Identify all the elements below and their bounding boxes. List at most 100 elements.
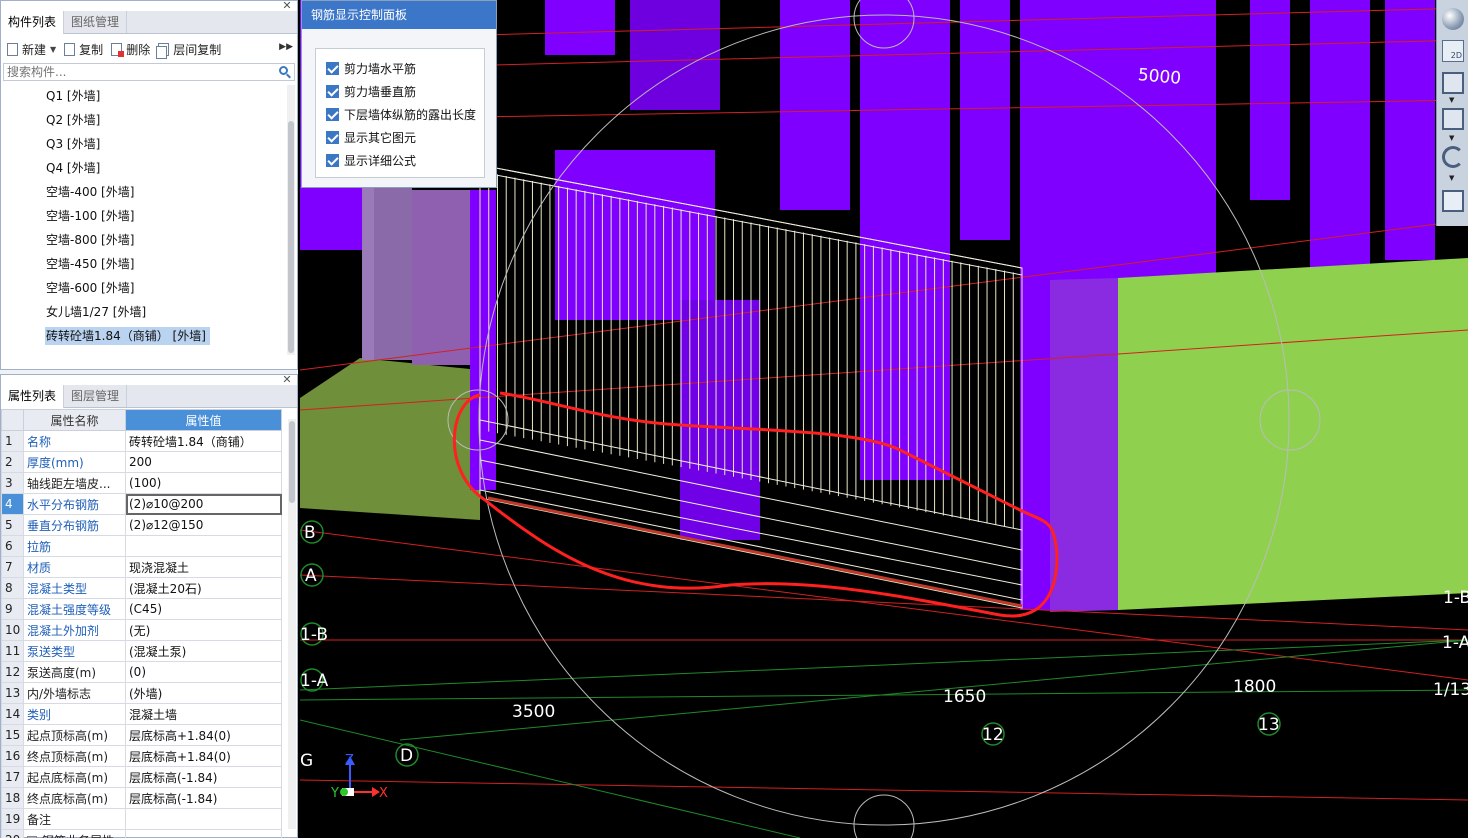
search-icon[interactable] xyxy=(279,66,288,75)
table-row[interactable]: 7 材质 现浇混凝土 xyxy=(1,556,282,578)
new-button[interactable]: 新建 ▼ xyxy=(7,41,56,58)
table-row[interactable]: 18 终点底标高(m) 层底标高(-1.84) xyxy=(1,787,282,809)
table-row[interactable]: 16 终点顶标高(m) 层底标高+1.84(0) xyxy=(1,745,282,767)
property-value[interactable]: 层底标高(-1.84) xyxy=(125,787,282,809)
property-value[interactable]: (C45) xyxy=(125,598,282,620)
delete-button[interactable]: 删除 xyxy=(111,41,150,58)
list-item[interactable]: 空墙-100 [外墙] xyxy=(1,205,285,229)
property-value[interactable] xyxy=(125,535,282,557)
tab-property-list[interactable]: 属性列表 xyxy=(1,385,65,408)
table-row[interactable]: 6 拉筋 xyxy=(1,535,282,557)
checkbox-checked-icon[interactable] xyxy=(326,108,339,121)
copy-icon xyxy=(64,42,76,56)
dynamic-observe-icon[interactable] xyxy=(1442,8,1464,30)
box-view-icon[interactable] xyxy=(1442,108,1464,130)
table-row[interactable]: 11 泵送类型 (混凝土泵) xyxy=(1,640,282,662)
chevron-down-icon[interactable]: ▼ xyxy=(1449,134,1457,142)
checkbox-checked-icon[interactable] xyxy=(326,62,339,75)
table-row[interactable]: 19 备注 xyxy=(1,808,282,830)
rotate-icon[interactable] xyxy=(1442,146,1464,168)
table-row[interactable]: 13 内/外墙标志 (外墙) xyxy=(1,682,282,704)
property-value[interactable]: (外墙) xyxy=(125,682,282,704)
rebar-option[interactable]: 剪力墙水平筋 xyxy=(316,57,484,80)
property-name: 混凝土类型 xyxy=(23,577,126,599)
table-row[interactable]: 10 混凝土外加剂 (无) xyxy=(1,619,282,641)
checkbox-checked-icon[interactable] xyxy=(326,154,339,167)
tab-component-list[interactable]: 构件列表 xyxy=(1,11,65,34)
copy-label: 复制 xyxy=(79,42,104,57)
table-row[interactable]: 5 垂直分布钢筋 (2)⌀12@150 xyxy=(1,514,282,536)
property-name-text: 混凝土强度等级 xyxy=(27,602,112,617)
rebar-panel-title[interactable]: 钢筋显示控制面板 xyxy=(302,1,496,29)
table-row[interactable]: 14 类别 混凝土墙 xyxy=(1,703,282,725)
table-row[interactable]: 3 轴线距左墙皮... (100) xyxy=(1,472,282,494)
list-item[interactable]: 空墙-800 [外墙] xyxy=(1,229,285,253)
property-value[interactable]: 层底标高+1.84(0) xyxy=(125,745,282,767)
tab-drawing-management[interactable]: 图纸管理 xyxy=(64,11,128,33)
property-value[interactable]: 200 xyxy=(125,451,282,473)
property-value[interactable]: (无) xyxy=(125,619,282,641)
property-value[interactable]: (混凝土20石) xyxy=(125,577,282,599)
row-number: 18 xyxy=(1,787,24,809)
rebar-option[interactable]: 剪力墙垂直筋 xyxy=(316,80,484,103)
rebar-option[interactable]: 显示详细公式 xyxy=(316,149,484,172)
property-value[interactable] xyxy=(125,829,282,838)
table-row[interactable]: 2 厚度(mm) 200 xyxy=(1,451,282,473)
property-value[interactable]: 混凝土墙 xyxy=(125,703,282,725)
checkbox-checked-icon[interactable] xyxy=(326,85,339,98)
list-item[interactable]: 空墙-450 [外墙] xyxy=(1,253,285,277)
more-icon[interactable]: ▶▶ xyxy=(279,42,293,52)
table-row[interactable]: 15 起点顶标高(m) 层底标高+1.84(0) xyxy=(1,724,282,746)
list-item[interactable]: 空墙-600 [外墙] xyxy=(1,277,285,301)
list-item[interactable]: 空墙-400 [外墙] xyxy=(1,181,285,205)
property-value[interactable] xyxy=(125,808,282,830)
table-row[interactable]: 12 泵送高度(m) (0) xyxy=(1,661,282,683)
chevron-down-icon[interactable]: ▼ xyxy=(1449,174,1457,182)
property-value[interactable]: 层底标高+1.84(0) xyxy=(125,724,282,746)
search-input[interactable] xyxy=(4,64,264,80)
property-value[interactable]: (0) xyxy=(125,661,282,683)
property-value[interactable]: (2)⌀10@200 xyxy=(125,493,282,515)
list-item[interactable]: Q2 [外墙] xyxy=(1,109,285,133)
list-item[interactable]: Q3 [外墙] xyxy=(1,133,285,157)
axis-label: 12 xyxy=(982,725,1004,745)
list-item[interactable]: Q1 [外墙] xyxy=(1,85,285,109)
list-item[interactable]: 砖转砼墙1.84（商铺） [外墙] xyxy=(1,325,285,349)
property-value[interactable]: 现浇混凝土 xyxy=(125,556,282,578)
component-list: Q1 [外墙] Q2 [外墙] Q3 [外墙] Q4 [外墙] 空墙-400 [外墙] 空… xyxy=(1,85,285,355)
table-row[interactable]: 1 名称 砖转砼墙1.84（商铺） xyxy=(1,430,282,452)
property-value[interactable]: (100) xyxy=(125,472,282,494)
tab-layer-management[interactable]: 图层管理 xyxy=(64,385,128,407)
2d-view-button[interactable]: 2D xyxy=(1442,40,1464,62)
scrollbar-thumb[interactable] xyxy=(288,121,294,353)
cube-view-icon[interactable] xyxy=(1442,72,1464,94)
list-item-label: 砖转砼墙1.84（商铺） [外墙] xyxy=(45,327,210,345)
checkbox-checked-icon[interactable] xyxy=(326,131,339,144)
property-panel-tabs: 属性列表 图层管理 xyxy=(1,385,297,408)
property-value[interactable]: 砖转砼墙1.84（商铺） xyxy=(125,430,282,452)
rebar-option[interactable]: 下层墙体纵筋的露出长度 xyxy=(316,103,484,126)
grey-column xyxy=(362,180,374,360)
property-value[interactable]: (混凝土泵) xyxy=(125,640,282,662)
table-row[interactable]: 17 起点底标高(m) 层底标高(-1.84) xyxy=(1,766,282,788)
table-row[interactable]: 8 混凝土类型 (混凝土20石) xyxy=(1,577,282,599)
scrollbar-thumb[interactable] xyxy=(289,421,295,503)
property-value[interactable]: 层底标高(-1.84) xyxy=(125,766,282,788)
copy-button[interactable]: 复制 xyxy=(64,41,103,58)
table-row[interactable]: 9 混凝土强度等级 (C45) xyxy=(1,598,282,620)
property-value[interactable]: (2)⌀12@150 xyxy=(125,514,282,536)
chevron-down-icon[interactable]: ▼ xyxy=(50,45,56,54)
component-list-scrollbar[interactable] xyxy=(287,85,295,355)
table-row[interactable]: 4 水平分布钢筋 (2)⌀10@200 xyxy=(1,493,282,515)
list-item[interactable]: 女儿墙1/27 [外墙] xyxy=(1,301,285,325)
rebar-option[interactable]: 显示其它图元 xyxy=(316,126,484,149)
table-row[interactable]: 20 钢筋业务属性 xyxy=(1,829,282,838)
list-item[interactable]: Q4 [外墙] xyxy=(1,157,285,181)
property-name: 泵送类型 xyxy=(23,640,126,662)
close-icon[interactable]: ✕ xyxy=(281,0,293,11)
chevron-down-icon[interactable]: ▼ xyxy=(1449,96,1457,104)
close-icon[interactable]: ✕ xyxy=(281,374,293,385)
display-settings-icon[interactable] xyxy=(1442,190,1464,212)
floor-copy-button[interactable]: 层间复制 xyxy=(156,41,221,59)
property-scrollbar[interactable] xyxy=(288,419,296,829)
